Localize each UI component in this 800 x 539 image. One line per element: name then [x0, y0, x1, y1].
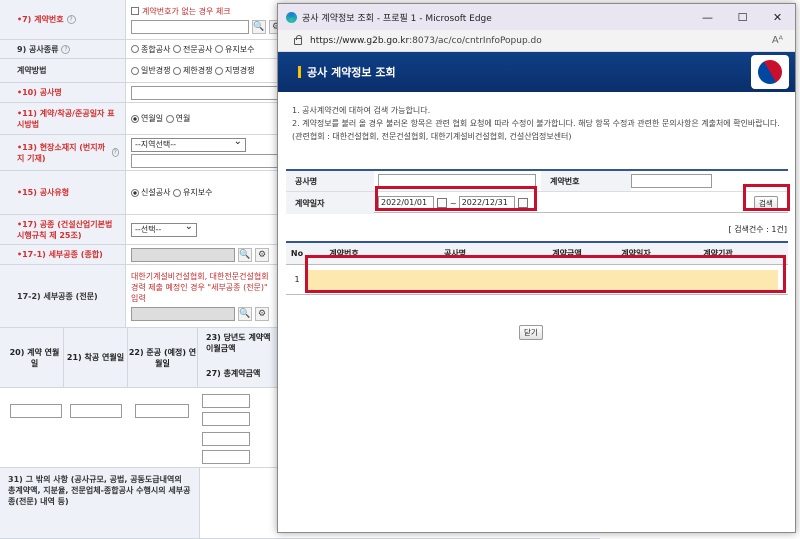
minimize-icon[interactable]: —: [690, 11, 725, 24]
amount-input[interactable]: [202, 394, 250, 408]
region-select[interactable]: --지역선택--: [131, 136, 246, 152]
maximize-icon[interactable]: ☐: [725, 11, 760, 24]
date-format-label: •11) 계약/착공/준공일자 표시방법: [17, 108, 115, 129]
url-text[interactable]: https://www.g2b.go.kr:8073/ac/co/cntrInf…: [310, 36, 542, 46]
edge-icon: [286, 11, 297, 23]
notice-2: 2. 계약정보를 불러 올 경우 불러온 항목은 관련 협회 요청에 따라 수정…: [292, 119, 780, 141]
close-button[interactable]: 닫기: [519, 325, 543, 340]
notice-block: 1. 공사계약건에 대하여 검색 가능합니다. 2. 계약정보를 불러 올 경우…: [292, 104, 782, 143]
highlight-search: [743, 184, 790, 211]
search-icon[interactable]: 🔍: [238, 307, 252, 321]
radio-label: 종합공사: [141, 44, 171, 54]
radio-label: 유지보수: [183, 188, 213, 197]
radio-new[interactable]: [131, 188, 139, 197]
radio-ym[interactable]: [165, 114, 174, 123]
amount-input[interactable]: [202, 412, 250, 426]
col27: 27) 총계약금액: [206, 369, 261, 378]
no-contract-checkbox[interactable]: [131, 7, 139, 15]
radio-label: 지명경쟁: [225, 66, 255, 75]
radio-label: 유지보수: [225, 44, 255, 54]
project-name-input[interactable]: [131, 85, 281, 100]
sub2-label: 17-2) 세부공종 (전문): [17, 291, 98, 301]
sub1-input[interactable]: [131, 247, 235, 262]
radio-nominated[interactable]: [215, 66, 223, 75]
name-label: •10) 공사명: [17, 88, 62, 97]
col23: 23) 당년도 계약액 이월금액: [206, 333, 271, 353]
radio-label: 신설공사: [141, 188, 171, 197]
gear-icon[interactable]: ⚙: [255, 247, 269, 262]
radio-label: 연월일: [141, 114, 164, 123]
url-host: https://www.g2b.go.kr: [310, 35, 410, 46]
gear-icon[interactable]: ⚙: [255, 307, 269, 321]
popup-window: 공사 계약정보 조회 - 프로필 1 - Microsoft Edge — ☐ ✕ …: [277, 3, 796, 533]
radio-limited[interactable]: [173, 66, 181, 75]
radio-label: 일반경쟁: [141, 66, 171, 75]
header-marker: [298, 66, 301, 78]
sub1-label: •17-1) 세부공종 (종합): [17, 250, 103, 259]
search-form: 공사명 계약번호 계약일자 2022/01/01 ~ 2022/12/31 검색: [286, 169, 788, 214]
radio-special[interactable]: [173, 45, 181, 53]
work-select[interactable]: --선택--: [131, 221, 197, 237]
address-bar: https://www.g2b.go.kr:8073/ac/co/cntrInf…: [278, 30, 795, 52]
contract-no-label: •7) 계약번호: [17, 15, 64, 24]
title-bar: 공사 계약정보 조회 - 프로필 1 - Microsoft Edge — ☐ ✕: [278, 4, 795, 30]
end-date-input[interactable]: [135, 404, 189, 418]
amount-input[interactable]: [202, 450, 250, 464]
popup-header: 공사 계약정보 조회: [278, 52, 795, 92]
label-name: 공사명: [286, 171, 374, 191]
search-icon[interactable]: 🔍: [252, 19, 266, 34]
contract-no-input[interactable]: [131, 19, 249, 34]
radio-general[interactable]: [131, 45, 139, 53]
contract-no-search-input[interactable]: [631, 174, 712, 188]
help-icon[interactable]: ?: [111, 148, 119, 157]
label-date: 계약일자: [286, 192, 374, 214]
notice-1: 1. 공사계약건에 대하여 검색 가능합니다.: [292, 106, 431, 115]
sub2-note: 대한기계설비건설협회, 대한전문건설협회 경력 제출 예정인 경우 "세부공종 …: [131, 272, 269, 303]
lock-icon: [294, 35, 302, 45]
search-icon[interactable]: 🔍: [238, 247, 252, 262]
work-label: •17) 공종 (건설산업기본법 시행규칙 제 25조): [17, 219, 113, 240]
type-label: 9) 공사종류: [17, 44, 59, 54]
sub2-input[interactable]: [131, 307, 235, 321]
label-contract-no: 계약번호: [541, 171, 631, 191]
read-aloud-icon[interactable]: Aᴬ: [772, 35, 783, 46]
radio-maintain[interactable]: [173, 188, 181, 197]
radio-ymd[interactable]: [131, 114, 139, 123]
method-label: 계약방법: [17, 66, 47, 75]
url-rest: :8073/ac/co/cntrInfoPopup.do: [409, 35, 542, 46]
header-title: 공사 계약정보 조회: [307, 66, 396, 79]
col21: 21) 착공 연월일: [64, 328, 128, 387]
radio-open[interactable]: [131, 66, 139, 75]
government-logo: [751, 55, 789, 89]
contract-date-input[interactable]: [10, 404, 62, 418]
address-input[interactable]: [131, 153, 281, 168]
highlight-row: [305, 255, 786, 293]
start-date-input[interactable]: [70, 404, 122, 418]
radio-label: 연월: [175, 114, 191, 123]
help-icon[interactable]: ?: [66, 15, 76, 24]
ctype-label: •15) 공사유형: [17, 188, 70, 197]
result-count: [ 검색건수 : 1건]: [728, 225, 787, 234]
radio-label: 전문공사: [183, 44, 213, 54]
amount-input[interactable]: [202, 432, 250, 446]
col20: 20) 계약 연월일: [0, 328, 64, 387]
other-label: 31) 그 밖의 사항 (공사규모, 공법, 공동도급내역의 총계약액, 지분율…: [8, 475, 191, 506]
radio-maint[interactable]: [215, 45, 223, 53]
close-icon[interactable]: ✕: [760, 11, 795, 24]
radio-label: 제한경쟁: [183, 66, 213, 75]
highlight-date: [375, 186, 537, 211]
no-contract-label: 계약번호가 없는 경우 체크: [142, 6, 231, 16]
col22: 22) 준공 (예정) 연월일: [128, 328, 198, 387]
location-label: •13) 현장소재지 (번지까지 기재): [17, 142, 106, 163]
window-title: 공사 계약정보 조회 - 프로필 1 - Microsoft Edge: [302, 13, 492, 24]
help-icon[interactable]: ?: [61, 44, 71, 54]
